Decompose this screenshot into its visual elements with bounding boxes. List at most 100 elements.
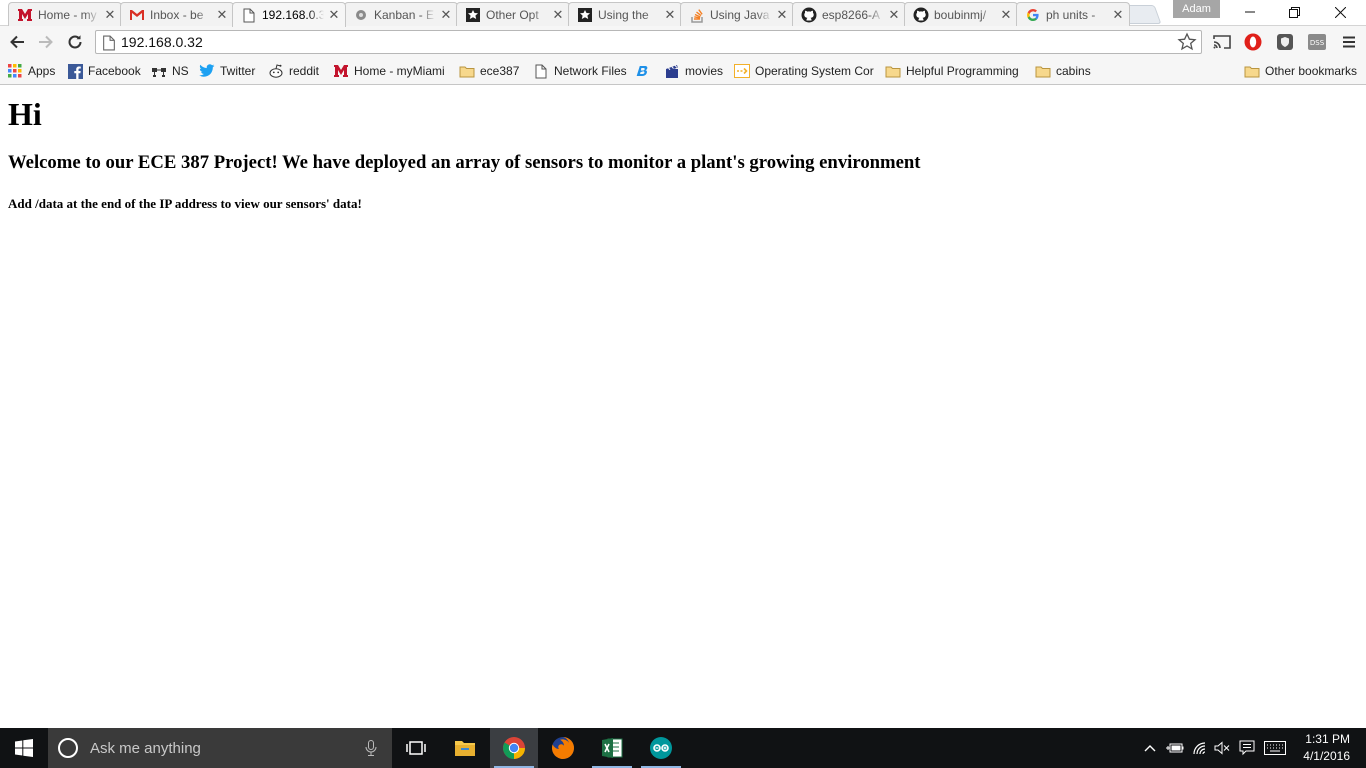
minimize-button[interactable] — [1227, 0, 1272, 24]
bookmark-reddit[interactable]: reddit — [268, 61, 319, 81]
close-icon[interactable]: ✕ — [327, 7, 341, 23]
clapper-icon — [664, 63, 680, 79]
folder-icon — [1035, 63, 1051, 79]
bookmark-movies[interactable]: movies — [664, 61, 723, 81]
page-icon — [533, 63, 549, 79]
file-explorer-button[interactable] — [441, 728, 489, 768]
battery-button[interactable] — [1164, 728, 1186, 768]
tab-boubinmj[interactable]: boubinmj/ ✕ — [904, 2, 1018, 26]
puzzle-icon — [577, 7, 593, 23]
close-icon[interactable]: ✕ — [663, 7, 677, 23]
page-icon — [241, 7, 257, 23]
close-icon[interactable]: ✕ — [887, 7, 901, 23]
close-icon[interactable]: ✕ — [999, 7, 1013, 23]
chrome-menu-button[interactable] — [1338, 32, 1360, 52]
close-icon[interactable]: ✕ — [103, 7, 117, 23]
microphone-icon[interactable] — [364, 740, 378, 756]
twitter-icon — [199, 63, 215, 79]
close-icon[interactable]: ✕ — [215, 7, 229, 23]
opera-extension-button[interactable] — [1242, 32, 1264, 52]
cast-button[interactable] — [1211, 32, 1233, 52]
puzzle-icon — [465, 7, 481, 23]
bookmark-bing[interactable] — [636, 61, 657, 81]
volume-muted-icon — [1214, 741, 1230, 755]
hamburger-menu-icon — [1343, 36, 1355, 48]
folder-icon — [1244, 63, 1260, 79]
volume-button[interactable] — [1211, 728, 1233, 768]
bookmark-folder-helpful-programming[interactable]: Helpful Programming — [885, 61, 1019, 81]
tab-home-mymiami[interactable]: Home - my ✕ — [8, 2, 122, 26]
restore-button[interactable] — [1272, 0, 1317, 24]
ghostery-extension-button[interactable] — [1274, 32, 1296, 52]
clock-time: 1:31 PM — [1305, 732, 1350, 746]
chrome-taskbar-button[interactable] — [490, 728, 538, 768]
reddit-icon — [268, 63, 284, 79]
tab-other-options[interactable]: Other Opt ✕ — [456, 2, 570, 26]
tab-current-page[interactable]: 192.168.0.3 ✕ — [232, 2, 346, 27]
task-view-button[interactable] — [392, 728, 440, 768]
bookmark-home-mymiami[interactable]: Home - myMiami — [333, 61, 445, 81]
windows-logo-icon — [15, 739, 33, 757]
excel-taskbar-button[interactable] — [588, 728, 636, 768]
dss-extension-button[interactable]: DSS — [1306, 32, 1328, 52]
tab-using-java[interactable]: Using Java ✕ — [680, 2, 794, 26]
system-clock[interactable]: 1:31 PM 4/1/2016 — [1303, 731, 1350, 765]
wifi-button[interactable] — [1189, 728, 1211, 768]
miami-m-icon — [333, 63, 349, 79]
forward-arrow-icon — [39, 35, 53, 49]
cast-icon — [1213, 35, 1231, 49]
show-hidden-icons-button[interactable] — [1140, 728, 1160, 768]
reload-button[interactable] — [62, 30, 88, 54]
tab-esp8266[interactable]: esp8266-A ✕ — [792, 2, 906, 26]
tab-using-the[interactable]: Using the ✕ — [568, 2, 682, 26]
close-icon — [1335, 6, 1346, 18]
close-icon[interactable]: ✕ — [439, 7, 453, 23]
bookmark-operating-system[interactable]: Operating System Cor — [734, 61, 874, 81]
bookmark-folder-cabins[interactable]: cabins — [1035, 61, 1091, 81]
touch-keyboard-button[interactable] — [1262, 728, 1288, 768]
start-button[interactable] — [0, 728, 48, 768]
minimize-icon — [1244, 11, 1255, 13]
bookmark-star-icon[interactable] — [1177, 32, 1197, 52]
firefox-icon — [551, 737, 574, 759]
bookmark-twitter[interactable]: Twitter — [199, 61, 255, 81]
bookmark-network-files[interactable]: Network Files — [533, 61, 627, 81]
firefox-taskbar-button[interactable] — [539, 728, 587, 768]
close-icon[interactable]: ✕ — [775, 7, 789, 23]
apps-grid-icon — [7, 63, 23, 79]
tab-ph-units[interactable]: ph units - ✕ — [1016, 2, 1130, 26]
chevron-up-icon — [1144, 745, 1156, 752]
arduino-taskbar-button[interactable] — [637, 728, 685, 768]
back-arrow-icon — [10, 35, 24, 49]
address-bar[interactable]: 192.168.0.32 — [95, 30, 1202, 54]
profile-button[interactable]: Adam — [1173, 0, 1220, 18]
page-icon — [103, 35, 115, 51]
tab-kanban[interactable]: Kanban - E ✕ — [344, 2, 458, 26]
forward-button[interactable] — [33, 30, 59, 54]
github-icon — [801, 7, 817, 23]
tab-inbox[interactable]: Inbox - be ✕ — [120, 2, 234, 26]
opera-icon — [1244, 33, 1262, 51]
back-button[interactable] — [4, 30, 30, 54]
close-icon[interactable]: ✕ — [1111, 7, 1125, 23]
url-text: 192.168.0.32 — [121, 34, 203, 50]
action-center-icon — [1239, 740, 1255, 756]
facebook-icon — [67, 63, 83, 79]
bookmark-ns[interactable]: NS — [151, 61, 189, 81]
page-welcome-text: Welcome to our ECE 387 Project! We have … — [8, 152, 921, 173]
close-icon[interactable]: ✕ — [551, 7, 565, 23]
bookmark-folder-ece387[interactable]: ece387 — [459, 61, 519, 81]
bookmark-facebook[interactable]: Facebook — [67, 61, 141, 81]
google-icon — [1025, 7, 1041, 23]
svg-text:DSS: DSS — [1310, 39, 1325, 47]
stackoverflow-icon — [689, 7, 705, 23]
wifi-icon — [1193, 742, 1206, 755]
bookmark-other-bookmarks[interactable]: Other bookmarks — [1244, 61, 1357, 81]
bookmark-apps[interactable]: Apps — [7, 61, 55, 81]
clock-date: 4/1/2016 — [1303, 749, 1350, 763]
action-center-button[interactable] — [1236, 728, 1258, 768]
folder-icon — [459, 63, 475, 79]
bookmarks-bar: Apps Facebook NS Twitter reddit Home - m… — [0, 58, 1366, 85]
cortana-search-box[interactable]: Ask me anything — [48, 728, 392, 768]
close-window-button[interactable] — [1318, 0, 1363, 24]
